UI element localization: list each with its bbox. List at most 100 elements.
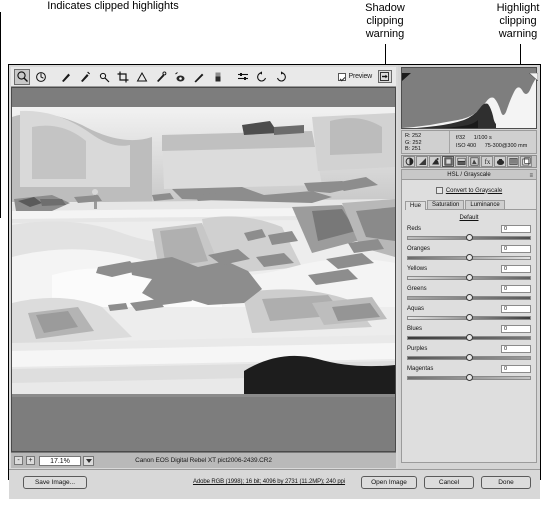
slider-knob-yellows[interactable] bbox=[465, 274, 473, 281]
tab-lens-corrections-icon[interactable] bbox=[468, 156, 480, 167]
slider-value-purples[interactable]: 0 bbox=[501, 345, 531, 353]
slider-row-aquas[interactable]: Aquas 0 bbox=[407, 305, 531, 321]
tab-tone-curve-icon[interactable] bbox=[416, 156, 428, 167]
tab-saturation[interactable]: Saturation bbox=[427, 200, 465, 209]
svg-text:fx: fx bbox=[484, 158, 490, 166]
slider-knob-blues[interactable] bbox=[465, 334, 473, 341]
image-panel: Preview - + 17.1% Canon EOS Digital Rebe… bbox=[9, 65, 398, 479]
done-button[interactable]: Done bbox=[481, 476, 531, 489]
slider-label-reds: Reds bbox=[407, 226, 422, 232]
callout-highlight-line1: Highlight bbox=[496, 2, 540, 14]
rotate-counterclockwise-tool-icon[interactable] bbox=[254, 69, 270, 85]
preview-label: Preview bbox=[348, 73, 373, 80]
workflow-options-link[interactable]: Adobe RGB (1998); 16 bit; 4096 by 2731 (… bbox=[159, 476, 379, 489]
convert-to-grayscale-row[interactable]: Convert to Grayscale bbox=[402, 187, 536, 194]
slider-knob-greens[interactable] bbox=[465, 294, 473, 301]
raw-photo-preview[interactable] bbox=[12, 107, 395, 397]
tab-presets-icon[interactable] bbox=[494, 156, 506, 167]
zoom-status-bar: - + 17.1% Canon EOS Digital Rebel XT pic… bbox=[11, 452, 396, 468]
rgb-red-label: R: bbox=[405, 133, 411, 139]
slider-value-aquas[interactable]: 0 bbox=[501, 305, 531, 313]
tab-snapshots-icon[interactable] bbox=[507, 156, 519, 167]
slider-value-blues[interactable]: 0 bbox=[501, 325, 531, 333]
slider-row-purples[interactable]: Purples 0 bbox=[407, 345, 531, 361]
rotate-clockwise-tool-icon[interactable] bbox=[273, 69, 289, 85]
slider-row-oranges[interactable]: Oranges 0 bbox=[407, 245, 531, 261]
panel-title-label: HSL / Grayscale bbox=[447, 172, 491, 178]
color-sampler-tool-icon[interactable] bbox=[77, 69, 93, 85]
rgb-red-value: 252 bbox=[412, 133, 422, 139]
shadow-clipping-warning-icon[interactable] bbox=[402, 68, 411, 81]
save-image-button[interactable]: Save Image... bbox=[23, 476, 87, 489]
slider-label-blues: Blues bbox=[407, 326, 423, 332]
slider-row-reds[interactable]: Reds 0 bbox=[407, 225, 531, 241]
highlight-clipping-warning-icon[interactable] bbox=[528, 68, 539, 82]
zoom-tool-icon[interactable] bbox=[14, 68, 30, 85]
tab-hue[interactable]: Hue bbox=[405, 201, 427, 210]
tab-basic-icon[interactable] bbox=[403, 156, 415, 167]
histogram bbox=[401, 67, 537, 129]
hsl-sub-tabs: Hue Saturation Luminance bbox=[405, 200, 536, 210]
slider-row-magentas[interactable]: Magentas 0 bbox=[407, 365, 531, 381]
slider-label-greens: Greens bbox=[407, 286, 427, 292]
rgb-and-exif-readout: R: 252 G: 252 B: 251 f/32 1/100 s ISO 40… bbox=[401, 130, 537, 154]
red-eye-removal-tool-icon[interactable] bbox=[172, 69, 188, 85]
exif-iso-line: ISO 400 75-300@300 mm bbox=[456, 142, 536, 150]
white-balance-tool-icon[interactable] bbox=[58, 69, 74, 85]
tab-split-toning-icon[interactable] bbox=[455, 156, 467, 167]
callout-shadow-line2: clipping bbox=[366, 15, 404, 27]
hand-tool-icon[interactable] bbox=[33, 69, 49, 85]
slider-value-greens[interactable]: 0 bbox=[501, 285, 531, 293]
open-image-button[interactable]: Open Image bbox=[361, 476, 417, 489]
tab-detail-icon[interactable] bbox=[429, 156, 441, 167]
crop-tool-icon[interactable] bbox=[115, 69, 131, 85]
cancel-button[interactable]: Cancel bbox=[424, 476, 474, 489]
preview-checkbox[interactable] bbox=[337, 72, 346, 81]
photo-graphic bbox=[12, 107, 395, 397]
spot-removal-tool-icon[interactable] bbox=[153, 69, 169, 85]
slider-label-oranges: Oranges bbox=[407, 246, 431, 252]
tab-effects-icon[interactable] bbox=[520, 156, 532, 167]
slider-row-blues[interactable]: Blues 0 bbox=[407, 325, 531, 341]
hsl-grayscale-panel-body: Convert to Grayscale Hue Saturation Lumi… bbox=[401, 180, 537, 463]
slider-knob-reds[interactable] bbox=[465, 234, 473, 241]
convert-to-grayscale-checkbox[interactable] bbox=[435, 187, 443, 194]
preview-toggle-group[interactable]: Preview bbox=[337, 70, 397, 83]
slider-value-yellows[interactable]: 0 bbox=[501, 265, 531, 273]
rgb-green-value: 252 bbox=[412, 139, 422, 146]
slider-value-oranges[interactable]: 0 bbox=[501, 245, 531, 253]
straighten-tool-icon[interactable] bbox=[134, 69, 150, 85]
camera-raw-dialog: Preview - + 17.1% Canon EOS Digital Rebe… bbox=[8, 64, 541, 499]
slider-row-greens[interactable]: Greens 0 bbox=[407, 285, 531, 301]
slider-value-reds[interactable]: 0 bbox=[501, 225, 531, 233]
exif-aperture: f/32 bbox=[456, 135, 466, 141]
slider-row-yellows[interactable]: Yellows 0 bbox=[407, 265, 531, 281]
slider-knob-purples[interactable] bbox=[465, 354, 473, 361]
slider-label-magentas: Magentas bbox=[407, 366, 434, 372]
exif-iso: ISO 400 bbox=[456, 143, 477, 149]
slider-knob-magentas[interactable] bbox=[465, 374, 473, 381]
graduated-filter-tool-icon[interactable] bbox=[210, 69, 226, 85]
adjustment-brush-tool-icon[interactable] bbox=[191, 69, 207, 85]
targeted-adjustment-tool-icon[interactable] bbox=[96, 69, 112, 85]
default-link[interactable]: Default bbox=[402, 215, 536, 221]
histogram-graphic bbox=[402, 68, 536, 128]
adjustments-panel: R: 252 G: 252 B: 251 f/32 1/100 s ISO 40… bbox=[398, 65, 540, 479]
slider-value-magentas[interactable]: 0 bbox=[501, 365, 531, 373]
tab-luminance[interactable]: Luminance bbox=[465, 200, 505, 209]
callout-shadow-clipping-warning: Shadow clipping warning bbox=[349, 2, 421, 41]
tab-hsl-grayscale-icon[interactable] bbox=[442, 156, 454, 167]
tab-camera-calibration-icon[interactable]: fx bbox=[481, 156, 493, 167]
image-preview-area[interactable] bbox=[11, 87, 396, 452]
panel-title-bar: HSL / Grayscale ≡ bbox=[401, 169, 537, 180]
slider-knob-aquas[interactable] bbox=[465, 314, 473, 321]
leader-line-clipped-highlights bbox=[0, 12, 1, 218]
rgb-blue-line: B: 251 bbox=[405, 146, 449, 153]
slider-knob-oranges[interactable] bbox=[465, 254, 473, 261]
open-preferences-tool-icon[interactable] bbox=[235, 69, 251, 85]
callout-highlight-clipping-warning: Highlight clipping warning bbox=[487, 2, 549, 41]
full-screen-mode-icon[interactable] bbox=[378, 70, 392, 83]
rgb-green-label: G: bbox=[405, 139, 411, 146]
exif-shutter: 1/100 s bbox=[473, 135, 492, 141]
callout-shadow-line1: Shadow bbox=[365, 2, 405, 14]
